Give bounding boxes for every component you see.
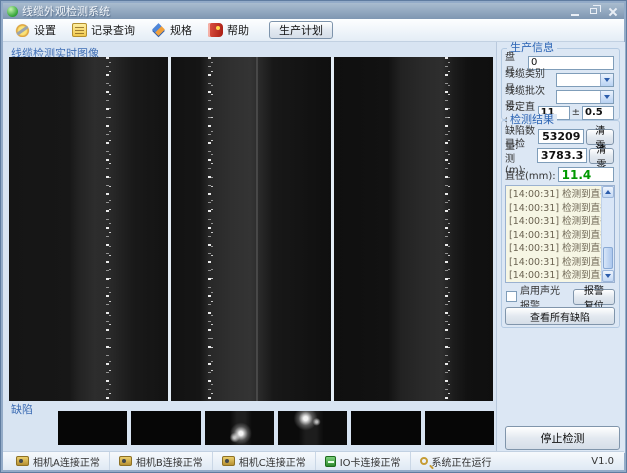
toolbar: 设置 记录查询 规格 帮助 生产计划: [3, 19, 624, 42]
app-icon: [7, 6, 18, 17]
io-card-icon: [325, 456, 336, 467]
log-entry: [14:00:31] 检测到直径不合格: [509, 269, 599, 283]
status-label: 相机B连接正常: [136, 454, 203, 469]
measured-length-value: 3783.3: [537, 148, 587, 163]
camera-live-view: [9, 57, 493, 401]
status-camera-c: 相机C连接正常: [213, 452, 316, 470]
defect-thumbnail[interactable]: [351, 411, 420, 445]
tolerance-input[interactable]: [582, 106, 614, 120]
window-title: 线缆外观检测系统: [22, 3, 567, 19]
status-label: 相机A连接正常: [33, 454, 100, 469]
alarm-reset-button[interactable]: 报警复位: [573, 289, 615, 305]
defect-thumbnail[interactable]: [205, 411, 274, 445]
camera-icon: [119, 456, 132, 466]
right-panel: 生产信息 盘号: 线缆类别号: 线缆批次号: 设定直径: ±: [496, 42, 625, 453]
detection-log-list[interactable]: [14:00:31] 检测到直径不合格 [14:00:31] 检测到直径不合格 …: [505, 185, 615, 283]
settings-icon: [15, 23, 30, 37]
wire-edge-speckle: [211, 57, 213, 401]
specs-icon: [151, 23, 166, 37]
log-entry: [14:00:31] 检测到直径不合格: [509, 215, 599, 229]
status-camera-a: 相机A连接正常: [7, 452, 110, 470]
status-camera-b: 相机B连接正常: [110, 452, 213, 470]
close-icon: [608, 7, 617, 16]
wire-edge-speckle: [448, 57, 450, 401]
wire-edge-line: [256, 57, 258, 401]
defect-count-value: 53209: [538, 129, 584, 144]
defect-thumbnail[interactable]: [131, 411, 200, 445]
records-query-icon: [72, 23, 87, 37]
defect-thumbnail[interactable]: [278, 411, 347, 445]
log-entry: [14:00:31] 检测到直径不合格: [509, 202, 599, 216]
production-info-group: 生产信息 盘号: 线缆类别号: 线缆批次号: 设定直径: ±: [501, 48, 620, 120]
statusbar: 相机A连接正常 相机B连接正常 相机C连接正常 IO卡连接正常 系统正在运行 V…: [3, 451, 624, 470]
diameter-label: 直径(mm):: [505, 167, 556, 182]
defect-strip-label: 缺陷: [11, 401, 33, 417]
toolbar-item-settings[interactable]: 设置: [9, 20, 62, 40]
status-label: 系统正在运行: [432, 454, 492, 469]
log-entry: [14:00:31] 检测到直径不合格: [509, 188, 599, 202]
scroll-up-icon[interactable]: [602, 186, 614, 198]
toolbar-item-specs[interactable]: 规格: [145, 20, 198, 40]
scroll-down-icon[interactable]: [602, 270, 614, 282]
stop-detection-button[interactable]: 停止检测: [505, 426, 620, 450]
help-icon: [208, 23, 223, 37]
restore-icon: [590, 8, 597, 14]
camera-a-image: [9, 57, 168, 401]
toolbar-item-label: 记录查询: [91, 22, 135, 38]
window-controls: [567, 5, 620, 17]
camera-c-image: [334, 57, 493, 401]
detection-results-group: 检测结果 缺陷数量: 53209 清零 已检测(m): 3783.3 清零 直径…: [501, 120, 620, 328]
view-all-defects-button[interactable]: 查看所有缺陷: [505, 307, 615, 325]
toolbar-item-label: 设置: [34, 22, 56, 38]
defect-thumbnail[interactable]: [58, 411, 127, 445]
minimize-icon: [571, 14, 579, 16]
log-entry: [14:00:31] 检测到直径不合格: [509, 256, 599, 270]
minimize-button[interactable]: [567, 5, 582, 17]
production-plan-button[interactable]: 生产计划: [269, 21, 333, 39]
alarm-enable-checkbox[interactable]: [506, 291, 517, 302]
camera-b-image: [171, 57, 330, 401]
toolbar-item-label: 规格: [170, 22, 192, 38]
toolbar-item-help[interactable]: 帮助: [202, 20, 255, 40]
camera-icon: [16, 456, 29, 466]
diameter-value: 11.4: [558, 167, 614, 182]
plus-minus-sign: ±: [572, 107, 580, 118]
titlebar: 线缆外观检测系统: [3, 3, 624, 19]
log-scrollbar[interactable]: [601, 186, 614, 282]
chevron-down-icon[interactable]: [600, 91, 613, 103]
status-label: IO卡连接正常: [340, 454, 401, 469]
clear-measured-length-button[interactable]: 清零: [589, 148, 614, 164]
defect-thumbnail[interactable]: [425, 411, 494, 445]
search-icon: [420, 457, 428, 465]
status-system-running: 系统正在运行: [411, 452, 501, 470]
toolbar-item-label: 帮助: [227, 22, 249, 38]
restore-button[interactable]: [586, 5, 601, 17]
cable-batch-select[interactable]: [556, 90, 614, 104]
log-entry: [14:00:31] 检测到直径不合格: [509, 242, 599, 256]
close-button[interactable]: [605, 5, 620, 17]
app-window: 线缆外观检测系统 设置 记录查询 规格 帮助 生产计划 线缆检测实时图像: [0, 0, 627, 473]
chevron-down-icon[interactable]: [600, 74, 613, 86]
version-label: V1.0: [591, 456, 620, 467]
status-io-card: IO卡连接正常: [316, 452, 411, 470]
log-entry: [14:00:31] 检测到直径不合格: [509, 229, 599, 243]
camera-icon: [222, 456, 235, 466]
toolbar-item-records-query[interactable]: 记录查询: [66, 20, 141, 40]
scrollbar-thumb[interactable]: [603, 247, 613, 269]
cable-category-select[interactable]: [556, 73, 614, 87]
status-label: 相机C连接正常: [239, 454, 306, 469]
wire-edge-speckle: [109, 57, 111, 401]
defect-thumbnail-strip: [58, 411, 494, 445]
